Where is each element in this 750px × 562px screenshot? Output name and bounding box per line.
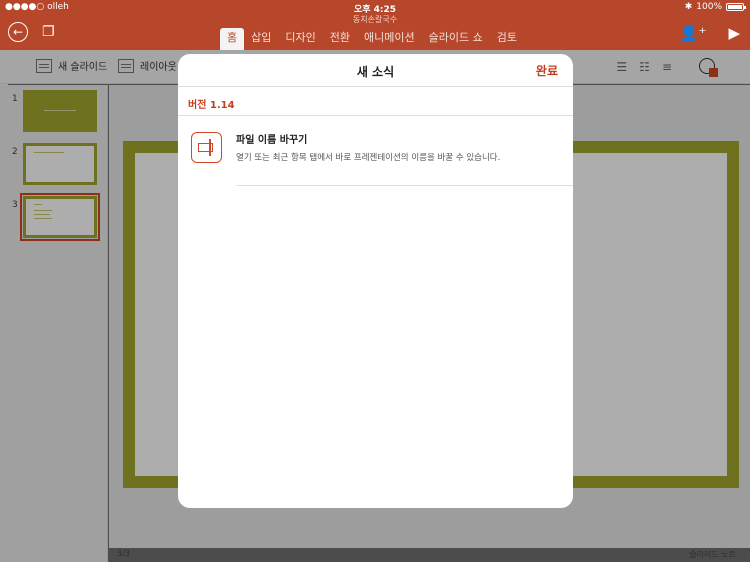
play-icon[interactable]: ▶ xyxy=(728,24,740,42)
dialog-title: 새 소식 xyxy=(356,65,395,79)
battery-indicator: ✱ 100% xyxy=(684,2,746,12)
add-person-icon[interactable]: 👤⁺ xyxy=(680,24,707,42)
file-icon[interactable]: ❐ xyxy=(42,25,55,39)
app-header: ●●●●○ olleh 오후 4:25 ✱ 100% 동치손칼국수 ← ❐ ↶ … xyxy=(0,0,750,562)
document-title: 동치손칼국수 xyxy=(352,15,398,24)
status-bar: ●●●●○ olleh 오후 4:25 ✱ 100% xyxy=(0,0,750,15)
bluetooth-icon: ✱ xyxy=(684,2,693,12)
tab-review[interactable]: 검토 xyxy=(490,28,524,50)
feature-title: 파일 이름 바꾸기 xyxy=(236,135,308,146)
tab-animations[interactable]: 애니메이션 xyxy=(357,28,422,50)
divider xyxy=(236,185,573,186)
version-label: 버전 1.14 xyxy=(188,100,235,111)
tab-transitions[interactable]: 전환 xyxy=(323,28,357,50)
dialog-header: 새 소식 완료 xyxy=(178,54,573,87)
divider xyxy=(178,115,573,116)
tab-design[interactable]: 디자인 xyxy=(278,28,322,50)
whats-new-dialog: 새 소식 완료 버전 1.14 파일 이름 바꾸기 열기 또는 최근 항목 탭에… xyxy=(178,54,573,508)
rename-icon xyxy=(191,132,222,163)
battery-icon xyxy=(726,3,746,11)
tab-home[interactable]: 홈 xyxy=(220,28,245,50)
tab-slideshow[interactable]: 슬라이드 쇼 xyxy=(422,28,490,50)
battery-percent: 100% xyxy=(696,2,722,12)
ribbon-tabs: 홈 삽입 디자인 전환 애니메이션 슬라이드 쇼 검토 xyxy=(220,28,524,50)
nav-icons: ← ❐ ↶ ↷ xyxy=(8,22,750,562)
done-button[interactable]: 완료 xyxy=(536,62,558,79)
back-icon[interactable]: ← xyxy=(8,22,28,42)
feature-description: 열기 또는 최근 항목 탭에서 바로 프레젠테이션의 이름을 바꿀 수 있습니다… xyxy=(236,153,501,163)
header-actions: 👤⁺ ▶ xyxy=(680,24,740,42)
tab-insert[interactable]: 삽입 xyxy=(244,28,278,50)
